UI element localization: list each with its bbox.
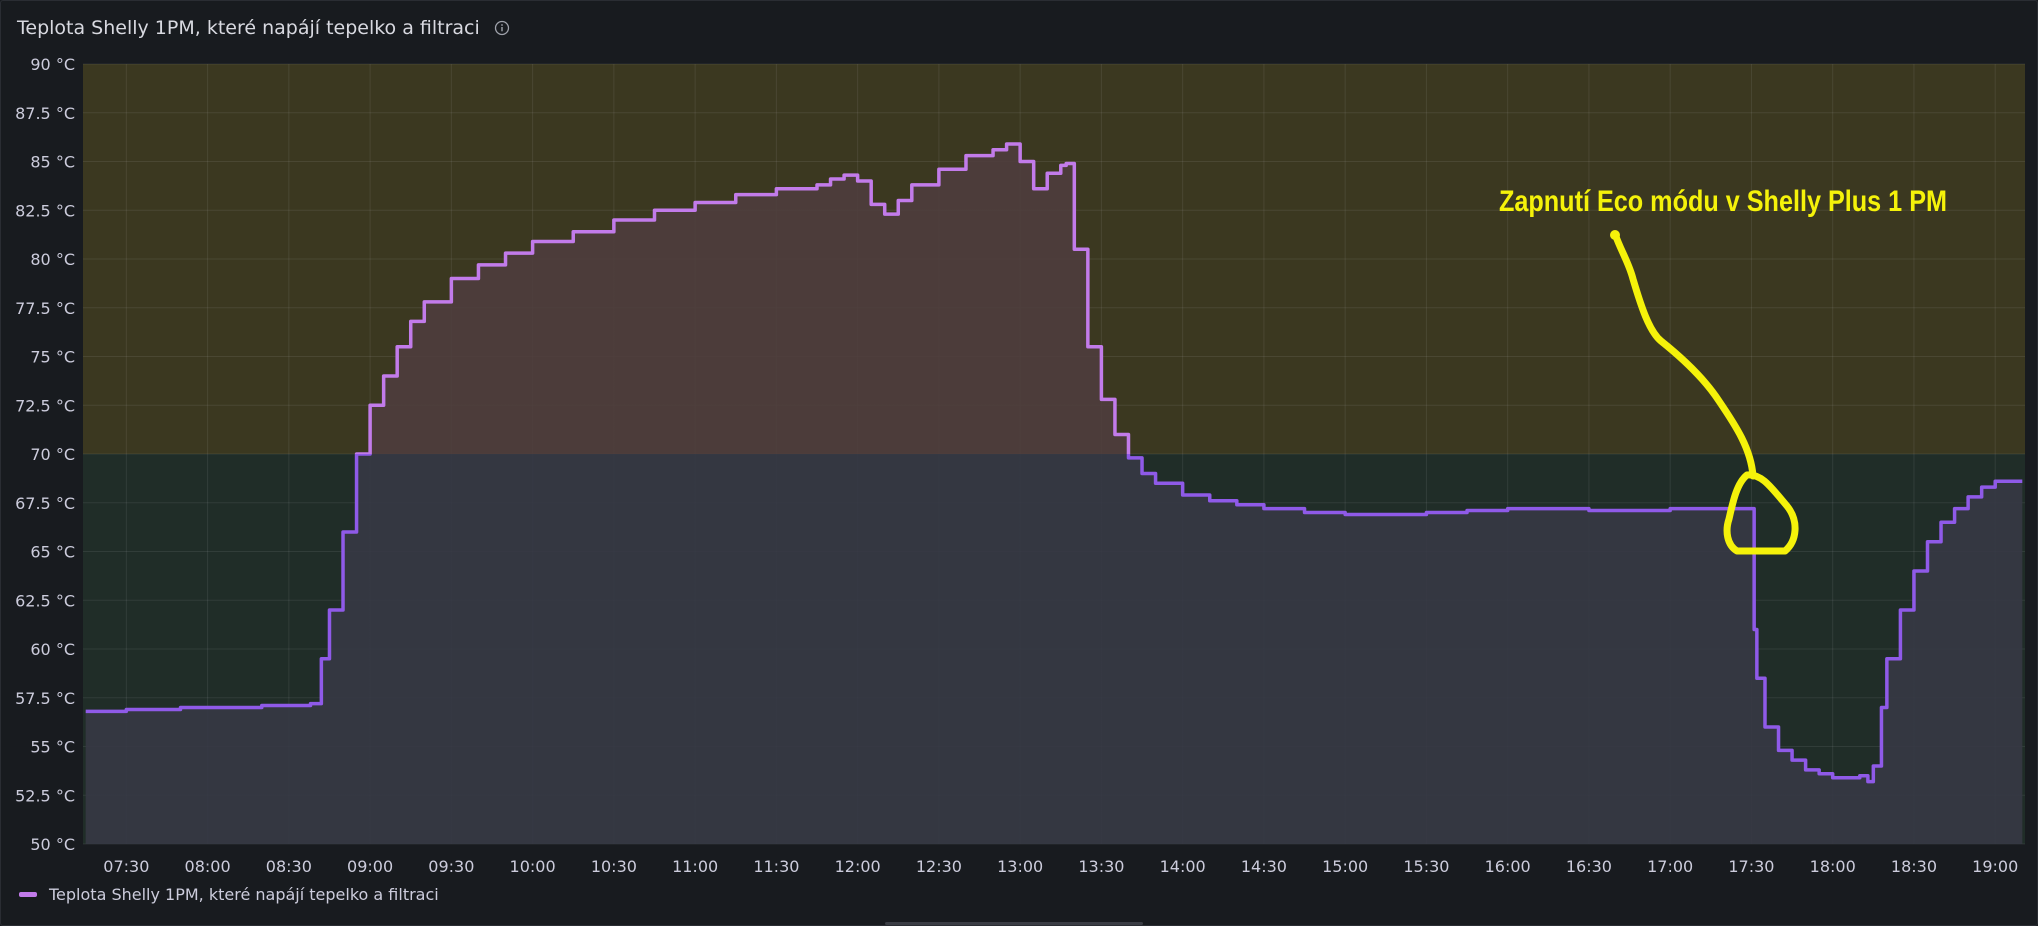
x-tick-label: 12:00 [835, 857, 881, 876]
x-tick-label: 08:30 [266, 857, 312, 876]
x-tick-label: 08:00 [185, 857, 231, 876]
y-tick-label: 62.5 °C [15, 591, 75, 610]
y-tick-label: 80 °C [30, 250, 75, 269]
x-tick-label: 15:30 [1403, 857, 1449, 876]
x-tick-label: 11:30 [753, 857, 799, 876]
y-tick-label: 82.5 °C [15, 201, 75, 220]
annotation-text: Zapnutí Eco módu v Shelly Plus 1 PM [1499, 185, 1947, 218]
x-tick-label: 13:30 [1078, 857, 1124, 876]
x-tick-label: 13:00 [997, 857, 1043, 876]
y-tick-label: 90 °C [30, 55, 75, 74]
x-tick-label: 09:00 [347, 857, 393, 876]
x-tick-label: 14:30 [1241, 857, 1287, 876]
y-tick-label: 55 °C [30, 738, 75, 757]
y-tick-label: 72.5 °C [15, 396, 75, 415]
x-tick-label: 12:30 [916, 857, 962, 876]
y-tick-label: 75 °C [30, 348, 75, 367]
y-tick-label: 60 °C [30, 640, 75, 659]
x-tick-label: 19:00 [1972, 857, 2018, 876]
y-tick-label: 70 °C [30, 445, 75, 464]
horizontal-scrollbar[interactable] [885, 922, 1143, 925]
y-tick-label: 57.5 °C [15, 689, 75, 708]
y-tick-label: 65 °C [30, 543, 75, 562]
y-tick-label: 87.5 °C [15, 104, 75, 123]
y-tick-label: 77.5 °C [15, 299, 75, 318]
y-tick-label: 85 °C [30, 153, 75, 172]
x-tick-label: 11:00 [672, 857, 718, 876]
y-tick-label: 50 °C [30, 835, 75, 854]
legend-swatch [19, 892, 37, 897]
x-tick-label: 16:00 [1485, 857, 1531, 876]
x-tick-label: 09:30 [428, 857, 474, 876]
x-tick-label: 16:30 [1566, 857, 1612, 876]
x-tick-label: 10:00 [510, 857, 556, 876]
annotation-arrow-tip [1610, 230, 1620, 240]
legend-label: Teplota Shelly 1PM, které napájí tepelko… [49, 885, 439, 904]
legend[interactable]: Teplota Shelly 1PM, které napájí tepelko… [19, 885, 439, 904]
y-tick-label: 52.5 °C [15, 786, 75, 805]
x-tick-label: 17:30 [1728, 857, 1774, 876]
time-series-chart[interactable]: 50 °C 52.5 °C 55 °C 57.5 °C 60 °C 62.5 °C 65 °… [1, 1, 2037, 881]
x-axis: 07:30 08:00 08:30 09:00 09:30 10:00 10:30 11:00… [103, 857, 2018, 876]
x-tick-label: 07:30 [103, 857, 149, 876]
x-tick-label: 18:30 [1891, 857, 1937, 876]
chart-panel: Teplota Shelly 1PM, které napájí tepelko… [0, 0, 2038, 926]
x-tick-label: 17:00 [1647, 857, 1693, 876]
x-tick-label: 18:00 [1810, 857, 1856, 876]
y-axis: 50 °C 52.5 °C 55 °C 57.5 °C 60 °C 62.5 °C 65 °… [15, 55, 75, 854]
x-tick-label: 14:00 [1160, 857, 1206, 876]
y-tick-label: 67.5 °C [15, 494, 75, 513]
x-tick-label: 15:00 [1322, 857, 1368, 876]
x-tick-label: 10:30 [591, 857, 637, 876]
